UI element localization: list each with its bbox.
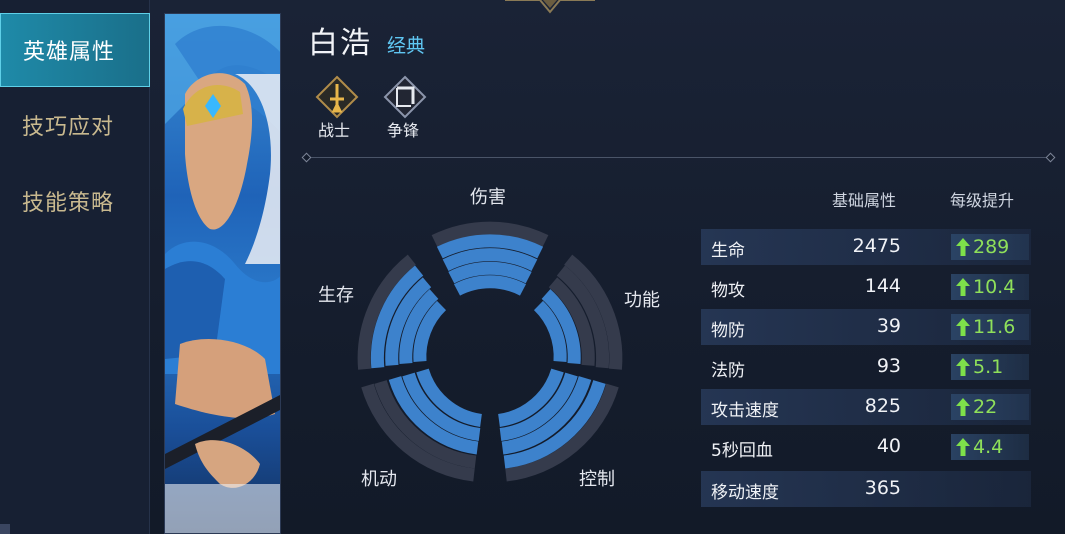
sword-icon[interactable] [315, 75, 359, 119]
stat-name: 攻击速度 [711, 401, 779, 421]
role-warrior-label: 战士 [318, 121, 351, 140]
stat-growth-value: 22 [973, 396, 998, 418]
stat-growth: 10.4 [951, 274, 1029, 300]
stat-growth-value: 11.6 [973, 316, 1016, 338]
stat-growth-value: 10.4 [973, 276, 1016, 298]
divider-end-mark [301, 152, 312, 163]
stat-growth-value: 4.4 [973, 436, 1004, 458]
tab-label: 英雄属性 [23, 40, 116, 65]
tab-tips[interactable]: 技巧应对 [0, 88, 150, 162]
stat-growth: 5.1 [951, 354, 1029, 380]
stat-growth: 4.4 [951, 434, 1029, 460]
tab-skill-strategy[interactable]: 技能策略 [0, 164, 150, 238]
stat-growth: 289 [951, 234, 1029, 260]
base-stats-header: 基础属性 [832, 191, 897, 210]
nav-corner-mark [0, 524, 10, 534]
radar-label-utility: 功能 [624, 290, 660, 311]
side-nav: 英雄属性 技巧应对 技能策略 [0, 0, 150, 534]
stat-base-value: 144 [864, 275, 901, 297]
hero-skin-label: 经典 [387, 35, 426, 57]
arrow-up-icon [956, 358, 970, 376]
stat-base-value: 365 [864, 477, 901, 499]
stat-row: 物攻 144 10.4 [701, 269, 1031, 305]
stat-row: 法防 93 5.1 [701, 349, 1031, 385]
tab-label: 技能策略 [22, 191, 115, 216]
stat-row: 5秒回血 40 4.4 [701, 429, 1031, 465]
radar-label-survival: 生存 [318, 285, 354, 306]
radar-label-damage: 伤害 [470, 187, 506, 208]
hero-artwork [165, 14, 280, 533]
tab-label: 技巧应对 [22, 115, 115, 140]
stat-name: 移动速度 [711, 483, 779, 503]
stat-base-value: 2475 [852, 235, 901, 257]
section-divider [305, 157, 1053, 158]
hero-name: 白浩 [308, 26, 372, 61]
stat-growth: 11.6 [951, 314, 1029, 340]
stat-name: 物攻 [711, 281, 745, 301]
stat-growth-value: 289 [973, 236, 1010, 258]
role-lane-label: 争锋 [387, 121, 420, 140]
stat-name: 物防 [711, 321, 745, 341]
stat-base-value: 40 [876, 435, 901, 457]
tab-hero-attributes[interactable]: 英雄属性 [0, 13, 150, 87]
stat-name: 5秒回血 [711, 441, 773, 461]
stat-row: 移动速度 365 [701, 471, 1031, 507]
arrow-up-icon [956, 438, 970, 456]
attribute-radar-chart [357, 221, 623, 482]
arrow-up-icon [956, 398, 970, 416]
stat-base-value: 39 [876, 315, 901, 337]
radar-label-mobility: 机动 [361, 469, 397, 490]
stat-row: 生命 2475 289 [701, 229, 1031, 265]
divider-end-mark [1045, 152, 1056, 163]
radar-label-control: 控制 [579, 469, 615, 490]
stat-name: 生命 [711, 241, 745, 261]
growth-header: 每级提升 [950, 191, 1015, 210]
hero-portrait [164, 13, 281, 534]
stat-growth: 22 [951, 394, 1029, 420]
arrow-up-icon [956, 278, 970, 296]
arrow-up-icon [956, 318, 970, 336]
lane-icon[interactable] [383, 75, 427, 119]
stat-row: 物防 39 11.6 [701, 309, 1031, 345]
stat-base-value: 825 [864, 395, 901, 417]
stat-base-value: 93 [876, 355, 901, 377]
stat-growth-value: 5.1 [973, 356, 1004, 378]
arrow-up-icon [956, 238, 970, 256]
stat-row: 攻击速度 825 22 [701, 389, 1031, 425]
radar-ring-filled [453, 275, 527, 296]
top-ornament [505, 0, 595, 14]
hero-info-screen: 英雄属性 技巧应对 技能策略 白浩 经典 战士 争锋 伤害 功能 控制 机动 生… [0, 0, 1065, 534]
stat-name: 法防 [711, 361, 745, 381]
